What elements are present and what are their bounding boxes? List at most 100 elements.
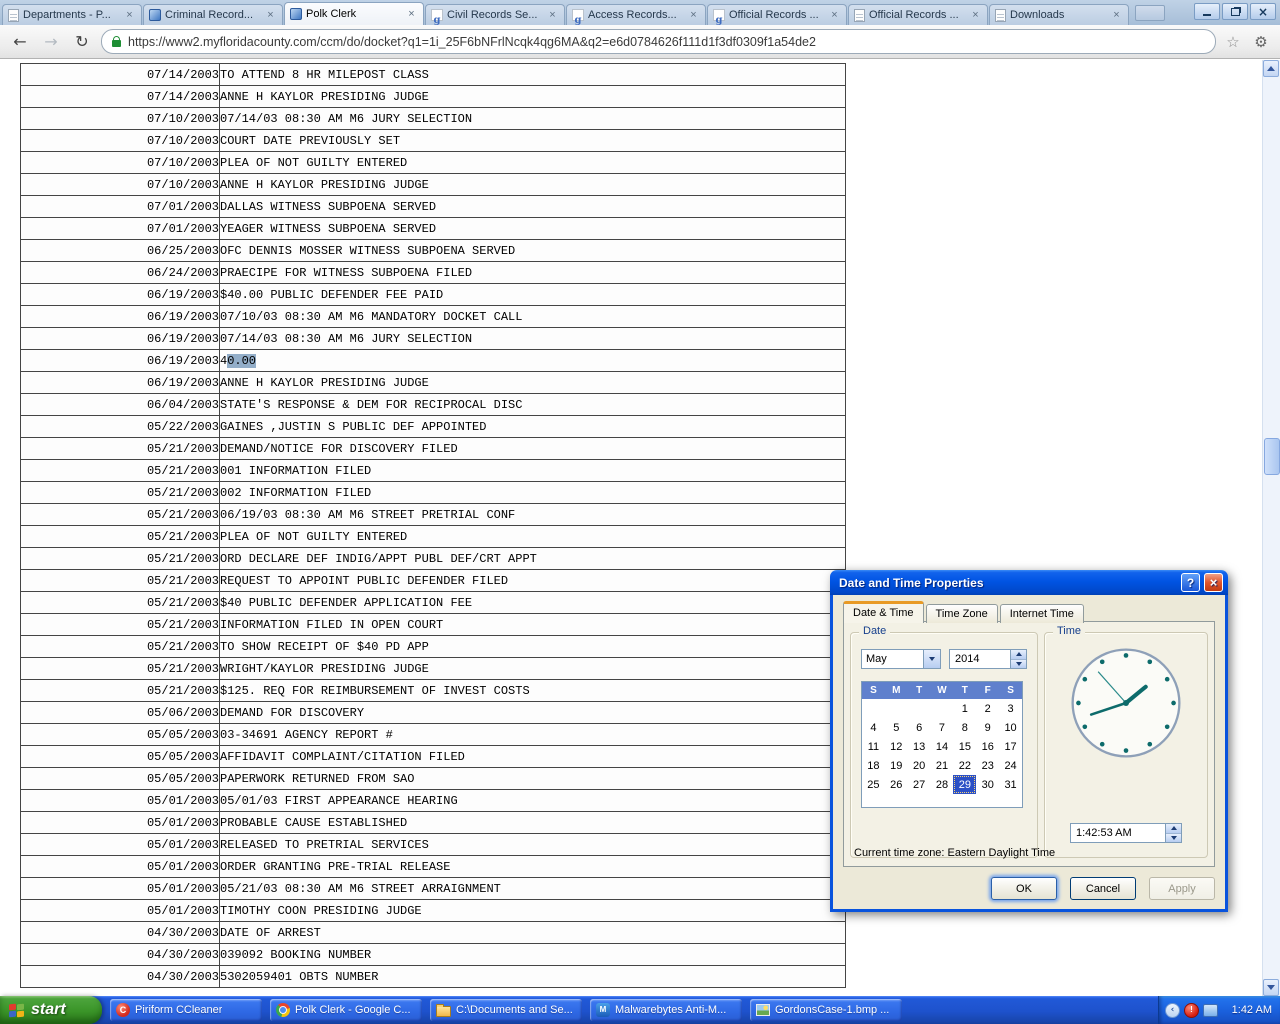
address-bar[interactable]: https://www2.myfloridacounty.com/ccm/do/… (101, 29, 1216, 54)
calendar-day[interactable]: 28 (931, 775, 954, 794)
tab-close-icon[interactable] (1110, 9, 1123, 22)
calendar-day[interactable]: 14 (931, 737, 954, 756)
calendar-day[interactable]: 31 (999, 775, 1022, 794)
browser-tab[interactable]: Criminal Record... (143, 4, 283, 25)
calendar-day[interactable]: 3 (999, 699, 1022, 718)
browser-tab[interactable]: Departments - P... (2, 4, 142, 25)
docket-desc-cell: 002 INFORMATION FILED (220, 482, 846, 504)
calendar-day[interactable]: 4 (862, 718, 885, 737)
calendar-day[interactable]: 22 (953, 756, 976, 775)
calendar-day[interactable]: 12 (885, 737, 908, 756)
month-select[interactable]: May (861, 649, 941, 669)
tab-close-icon[interactable] (405, 8, 418, 21)
calendar-day[interactable]: 10 (999, 718, 1022, 737)
calendar-day[interactable]: 15 (953, 737, 976, 756)
browser-tab[interactable]: Polk Clerk (284, 2, 424, 25)
time-spinner[interactable]: 1:42:53 AM (1070, 823, 1182, 843)
calendar-day[interactable]: 17 (999, 737, 1022, 756)
scroll-down-button[interactable] (1263, 979, 1279, 996)
docket-date-cell: 05/01/2003 (21, 790, 220, 812)
browser-tab[interactable]: Official Records ... (707, 4, 847, 25)
new-tab-button[interactable] (1135, 5, 1165, 21)
dialog-titlebar[interactable]: Date and Time Properties (830, 570, 1228, 595)
calendar-day[interactable]: 30 (976, 775, 999, 794)
month-dropdown-icon[interactable] (923, 650, 940, 668)
calendar-day[interactable]: 23 (976, 756, 999, 775)
tab-close-icon[interactable] (828, 9, 841, 22)
calendar-day[interactable]: 7 (931, 718, 954, 737)
browser-tab[interactable]: Civil Records Se... (425, 4, 565, 25)
tab-time-zone[interactable]: Time Zone (926, 604, 998, 623)
calendar-day[interactable]: 21 (931, 756, 954, 775)
browser-tab[interactable]: Official Records ... (848, 4, 988, 25)
bookmark-star-icon[interactable] (1223, 32, 1243, 52)
calendar-day[interactable]: 24 (999, 756, 1022, 775)
calendar-day[interactable]: 8 (953, 718, 976, 737)
dialog-tab-page: Date May 2014 SMTWTFS 123456789101112131… (843, 621, 1215, 867)
calendar-day[interactable]: 9 (976, 718, 999, 737)
calendar-day[interactable]: 26 (885, 775, 908, 794)
close-button[interactable] (1250, 3, 1276, 20)
docket-desc-cell: 039092 BOOKING NUMBER (220, 944, 846, 966)
tab-internet-time[interactable]: Internet Time (1000, 604, 1084, 623)
window-controls (1194, 3, 1276, 20)
tab-close-icon[interactable] (969, 9, 982, 22)
scrollbar-thumb[interactable] (1264, 438, 1280, 475)
calendar-day[interactable]: 18 (862, 756, 885, 775)
reload-button[interactable] (70, 30, 94, 54)
calendar-day[interactable]: 25 (862, 775, 885, 794)
calendar-day[interactable]: 19 (885, 756, 908, 775)
settings-wrench-icon[interactable] (1250, 31, 1272, 53)
browser-tab[interactable]: Downloads (989, 4, 1129, 25)
taskbar-button[interactable]: C:\Documents and Se... (430, 999, 582, 1021)
time-down-button[interactable] (1166, 834, 1181, 843)
docket-desc-cell: PROBABLE CAUSE ESTABLISHED (220, 812, 846, 834)
back-button[interactable] (8, 30, 32, 54)
alert-tray-icon[interactable] (1184, 1003, 1199, 1018)
docket-desc-cell: DALLAS WITNESS SUBPOENA SERVED (220, 196, 846, 218)
scroll-up-button[interactable] (1263, 60, 1279, 77)
vertical-scrollbar[interactable] (1262, 60, 1280, 996)
calendar-day[interactable]: 11 (862, 737, 885, 756)
tab-close-icon[interactable] (546, 9, 559, 22)
taskbar-button[interactable]: Piriform CCleaner (110, 999, 262, 1021)
calendar-day[interactable]: 27 (908, 775, 931, 794)
taskbar-button[interactable]: Polk Clerk - Google C... (270, 999, 422, 1021)
restore-button[interactable] (1222, 3, 1248, 20)
docket-date-cell: 05/21/2003 (21, 680, 220, 702)
cancel-button[interactable]: Cancel (1070, 877, 1136, 900)
calendar-day (931, 699, 954, 718)
dialog-close-button[interactable] (1204, 573, 1223, 592)
tab-close-icon[interactable] (123, 9, 136, 22)
calendar-day[interactable]: 2 (976, 699, 999, 718)
tab-close-icon[interactable] (264, 9, 277, 22)
calendar-day[interactable]: 6 (908, 718, 931, 737)
apply-button[interactable]: Apply (1149, 877, 1215, 900)
browser-tab[interactable]: Access Records... (566, 4, 706, 25)
forward-button[interactable] (39, 30, 63, 54)
calendar-day[interactable]: 5 (885, 718, 908, 737)
docket-table-body: 07/14/2003TO ATTEND 8 HR MILEPOST CLASS0… (21, 64, 846, 988)
hide-icons-chevron-icon[interactable] (1165, 1003, 1180, 1018)
minimize-button[interactable] (1194, 3, 1220, 20)
time-up-button[interactable] (1166, 824, 1181, 834)
taskbar-button[interactable]: GordonsCase-1.bmp ... (750, 999, 902, 1021)
tab-close-icon[interactable] (687, 9, 700, 22)
docket-desc-cell: TO SHOW RECEIPT OF $40 PD APP (220, 636, 846, 658)
year-spinner[interactable]: 2014 (949, 649, 1027, 669)
ok-button[interactable]: OK (991, 877, 1057, 900)
tab-date-time[interactable]: Date & Time (843, 601, 924, 623)
calendar-day[interactable]: 20 (908, 756, 931, 775)
help-button[interactable] (1181, 573, 1200, 592)
network-tray-icon[interactable] (1203, 1004, 1218, 1017)
start-button[interactable]: start (0, 996, 102, 1024)
calendar-day[interactable]: 29 (953, 775, 976, 794)
year-up-button[interactable] (1011, 650, 1026, 660)
docket-row: 05/21/2003DEMAND/NOTICE FOR DISCOVERY FI… (21, 438, 846, 460)
year-down-button[interactable] (1011, 660, 1026, 669)
taskbar-button[interactable]: Malwarebytes Anti-M... (590, 999, 742, 1021)
docket-row: 06/24/2003PRAECIPE FOR WITNESS SUBPOENA … (21, 262, 846, 284)
calendar-day[interactable]: 1 (953, 699, 976, 718)
calendar-day[interactable]: 16 (976, 737, 999, 756)
calendar-day[interactable]: 13 (908, 737, 931, 756)
